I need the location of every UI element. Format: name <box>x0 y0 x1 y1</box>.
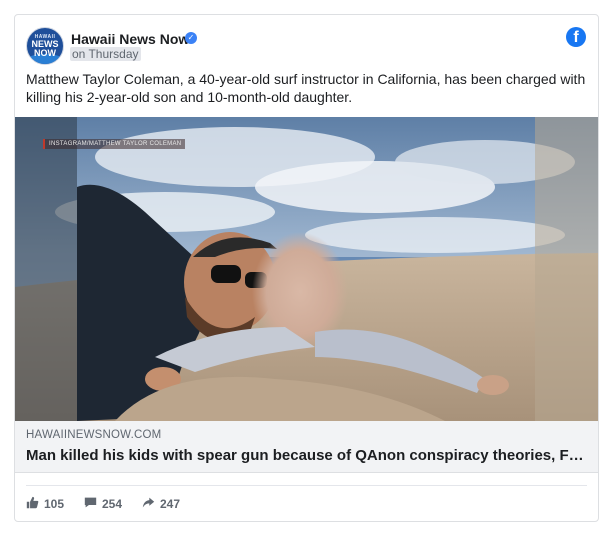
photo-watermark: INSTAGRAM/MATTHEW TAYLOR COLEMAN <box>43 139 186 149</box>
stats-divider <box>26 485 587 486</box>
link-headline[interactable]: Man killed his kids with spear gun becau… <box>26 447 586 464</box>
link-domain: HAWAIINEWSNOW.COM <box>26 429 162 441</box>
post-card: HAWAII NEWS NOW Hawaii News Now ✓ on Thu… <box>14 14 599 522</box>
link-preview[interactable]: HAWAIINEWSNOW.COM Man killed his kids wi… <box>15 421 598 473</box>
share-arrow-icon <box>142 497 155 508</box>
verified-badge-icon: ✓ <box>185 32 197 44</box>
page-name-link[interactable]: Hawaii News Now <box>71 31 189 47</box>
share-count: 247 <box>160 497 181 511</box>
post-header: HAWAII NEWS NOW Hawaii News Now ✓ on Thu… <box>15 15 598 77</box>
photo-illustration <box>15 117 598 421</box>
page-avatar[interactable]: HAWAII NEWS NOW <box>26 27 64 65</box>
post-photo[interactable]: INSTAGRAM/MATTHEW TAYLOR COLEMAN <box>15 117 598 421</box>
post-timestamp[interactable]: on Thursday <box>70 47 141 61</box>
like-thumb-icon <box>26 496 39 509</box>
facebook-logo-icon[interactable]: f <box>566 27 586 47</box>
comment-bubble-icon <box>84 497 97 508</box>
post-caption: Matthew Taylor Coleman, a 40-year-old su… <box>26 71 586 105</box>
comment-count: 254 <box>102 497 123 511</box>
avatar-text-line2: NOW <box>34 48 56 58</box>
like-count: 105 <box>44 497 65 511</box>
